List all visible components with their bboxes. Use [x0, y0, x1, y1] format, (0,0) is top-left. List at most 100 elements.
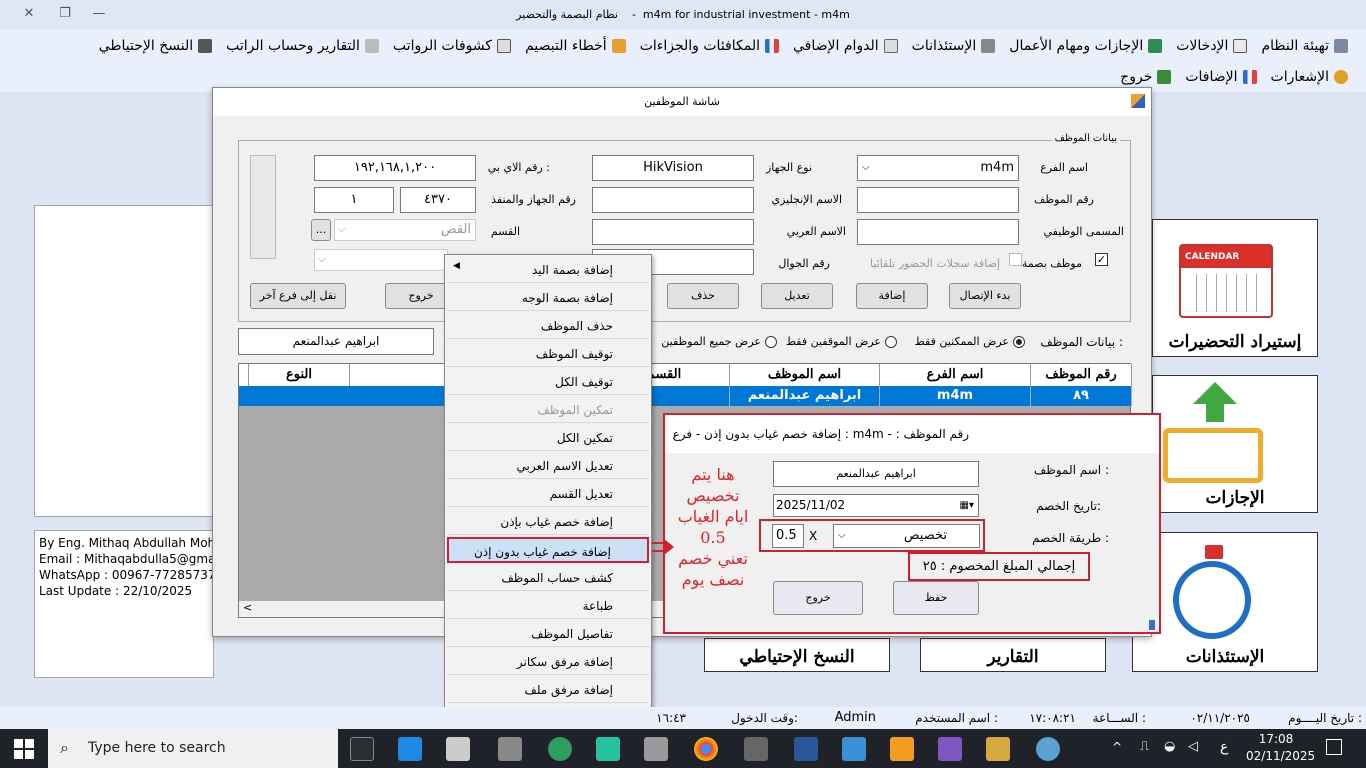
status-time-label: الســـاعة : [1092, 711, 1146, 725]
tile-import-attendance[interactable]: CALENDAR إستيراد التحضيرات [1152, 219, 1318, 357]
auto-attendance-checkbox[interactable] [1009, 253, 1022, 266]
port-field[interactable]: ٤٣٧٠ [400, 187, 476, 213]
status-time: ١٧:٠٨:٢١ [1029, 711, 1076, 725]
edit-button[interactable]: تعديل [761, 283, 833, 309]
resize-grip[interactable] [1149, 620, 1155, 630]
app-icon[interactable] [596, 737, 620, 761]
menu-reports[interactable]: التقارير وحساب الراتب [226, 38, 379, 54]
job-title-field[interactable] [857, 219, 1019, 245]
chrome-icon[interactable] [694, 737, 718, 761]
menu-entries[interactable]: الإدخالات [1176, 38, 1248, 54]
context-menu-item[interactable]: تمكين الكل [447, 425, 649, 451]
context-menu-item[interactable]: إضافة بصمة اليد [447, 257, 649, 283]
menu-vacations[interactable]: الإجازات ومهام الأعمال [1009, 38, 1163, 54]
col-name[interactable]: اسم الموظف [730, 364, 880, 386]
device-no-field[interactable]: ١ [314, 187, 394, 213]
status-user-label: اسم المستخدم : [915, 711, 998, 725]
menu-additions[interactable]: الإضافات [1185, 69, 1257, 85]
wifi-icon[interactable]: ◒ [1164, 739, 1175, 754]
col-branch[interactable]: اسم الفرع [880, 364, 1031, 386]
search-name-field[interactable]: ابراهيم عبدالمنعم [238, 328, 434, 355]
emp-name-field[interactable]: ابراهيم عبدالمنعم [773, 461, 979, 487]
task-view-icon[interactable] [350, 737, 374, 761]
exit-icon [1157, 70, 1172, 84]
context-menu-item[interactable]: إضافة بصمة الوجه [447, 285, 649, 311]
browse-button[interactable]: ... [311, 219, 331, 241]
menu-errors[interactable]: أخطاء التبصيم [525, 38, 626, 54]
tray-chevron-icon[interactable]: ^ [1112, 740, 1122, 754]
taskbar-date[interactable]: 02/11/2025 [1246, 749, 1315, 763]
context-menu-item[interactable]: طباعة [447, 593, 649, 619]
vscode-icon[interactable] [398, 737, 422, 761]
windows-start-icon[interactable] [14, 739, 34, 759]
ip-field[interactable]: ١٩٢,١٦٨,١,٢٠٠ [314, 155, 476, 181]
date-picker[interactable]: 2025/11/02 ▦▾ [773, 494, 979, 517]
filter-all[interactable]: عرض جميع الموظفين [661, 335, 777, 348]
context-menu-item[interactable]: توقيف الكل [447, 369, 649, 395]
menu-rewards[interactable]: المكافئات والجزاءات [640, 38, 779, 54]
notifications-icon[interactable] [1326, 739, 1342, 755]
connect-button[interactable]: بدء الإتصال [949, 283, 1021, 309]
tile-reports[interactable]: التقارير [920, 638, 1106, 672]
context-menu-item[interactable]: إضافة خصم غياب بدون إذن [447, 537, 649, 563]
context-menu-item[interactable]: إضافة خصم غياب بإذن [447, 509, 649, 535]
context-menu-item[interactable]: كشف حساب الموظف [447, 565, 649, 591]
app-icon[interactable] [744, 737, 768, 761]
menu-notifications[interactable]: الإشعارات [1271, 69, 1348, 85]
context-menu-item[interactable]: تعديل القسم [447, 481, 649, 507]
name-en-field[interactable] [592, 187, 754, 213]
app-icon[interactable] [890, 737, 914, 761]
col-emp-no[interactable]: رقم الموظف [1031, 364, 1132, 386]
volume-icon[interactable]: ◁ [1188, 739, 1198, 754]
menu-system-setup[interactable]: تهيئة النظام [1261, 38, 1348, 54]
context-menu-item[interactable]: توقيف الموظف [447, 341, 649, 367]
context-menu-item[interactable]: إضافة مرفق سكانر [447, 649, 649, 675]
windows-stack-icon[interactable] [498, 737, 522, 761]
fingerprint-checkbox[interactable]: ✓ [1095, 253, 1108, 266]
context-menu-item[interactable]: حذف الموظف [447, 313, 649, 339]
filter-enabled[interactable]: عرض الممكنين فقط [915, 335, 1025, 348]
app-icon[interactable] [986, 737, 1010, 761]
method-select[interactable]: ⌵ تخصيص [833, 524, 980, 548]
filter-stopped[interactable]: عرض الموقفين فقط [786, 335, 897, 348]
taskbar-search[interactable]: ⌕ Type here to search [48, 729, 338, 768]
delete-button[interactable]: حذف [667, 283, 739, 309]
save-button[interactable]: حفظ [893, 581, 979, 615]
exit-button[interactable]: خروج [773, 581, 863, 615]
context-menu-item[interactable]: إضافة مرفق ملف [447, 677, 649, 703]
name-ar-field[interactable] [592, 219, 754, 245]
network-icon[interactable]: ⎍ [1140, 739, 1149, 754]
ja-app-icon[interactable] [548, 737, 572, 761]
branch-select[interactable]: ⌵ m4m [857, 155, 1019, 181]
cell-emp-no[interactable]: ٨٩ [1031, 386, 1132, 406]
menu-exit[interactable]: خروج [1120, 69, 1172, 85]
menu-overtime[interactable]: الدوام الإضافي [793, 38, 898, 54]
stopwatch-icon [1173, 561, 1251, 639]
context-menu-item[interactable]: تفاصيل الموظف [447, 621, 649, 647]
visual-studio-icon[interactable] [938, 737, 962, 761]
cell-branch[interactable]: m4m [880, 386, 1031, 406]
window-app-icon[interactable] [446, 737, 470, 761]
tile-vacations[interactable]: الإجازات [1152, 375, 1318, 513]
days-quantity-input[interactable]: 0.5 [772, 524, 804, 548]
tile-backup[interactable]: النسخ الإحتياطي [704, 638, 890, 672]
taskbar-clock[interactable]: 17:08 [1250, 732, 1302, 746]
app-icon[interactable] [842, 737, 866, 761]
dept-select[interactable]: ⌵ القص [334, 219, 476, 241]
app-icon[interactable] [644, 737, 668, 761]
emp-no-field[interactable] [857, 187, 1019, 213]
menu-permissions[interactable]: الإستئذانات [912, 38, 996, 54]
context-menu-item[interactable]: تعديل الاسم العربي [447, 453, 649, 479]
move-branch-button[interactable]: نقل إلى فرع آخر [250, 283, 346, 309]
filter-label: بيانات الموظف : [1040, 335, 1123, 349]
menu-backup[interactable]: النسخ الإحتياطي [99, 38, 213, 54]
add-button[interactable]: إضافة [856, 283, 928, 309]
language-indicator[interactable]: ع [1220, 739, 1228, 755]
paint-icon[interactable] [1036, 737, 1060, 761]
cell-name[interactable]: ابراهيم عبدالمنعم [730, 386, 880, 406]
word-icon[interactable] [794, 737, 818, 761]
device-type-field[interactable]: HikVision [592, 155, 754, 181]
col-type[interactable]: النوع [249, 364, 350, 386]
sub-select[interactable]: ⌵ [314, 249, 448, 271]
menu-payroll[interactable]: كشوفات الرواتب [393, 38, 512, 54]
